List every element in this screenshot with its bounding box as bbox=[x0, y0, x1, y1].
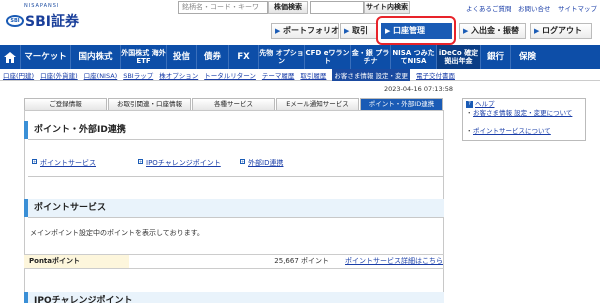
arrow-right-icon: ▶ bbox=[344, 27, 350, 35]
subnav-total-return[interactable]: トータルリターン bbox=[204, 70, 256, 80]
deposit-label: 入出金・振替 bbox=[471, 26, 519, 35]
contact-link[interactable]: お問い合せ bbox=[518, 3, 551, 13]
bullet-icon: ・ bbox=[466, 127, 473, 135]
sub-nav: 口座(円建) 口座(外貨建) 口座(NISA) SBIラップ 株オプション トー… bbox=[0, 68, 600, 81]
subnav-account-nisa[interactable]: 口座(NISA) bbox=[84, 70, 118, 80]
sbi-logo[interactable]: NISAPANSI SBI SBI証券 bbox=[6, 3, 79, 33]
nav-cfd[interactable]: CFD eワラント bbox=[304, 45, 350, 69]
nav-domestic-stocks[interactable]: 国内株式 bbox=[70, 45, 120, 69]
subnav-stock-option[interactable]: 株オプション bbox=[159, 70, 198, 80]
site-search-button[interactable]: サイト内検索 bbox=[364, 1, 410, 14]
deposit-transfer-button[interactable]: ▶ 入出金・振替 bbox=[459, 23, 526, 39]
subnav-account-foreign[interactable]: 口座(外貨建) bbox=[40, 70, 78, 80]
divider bbox=[28, 217, 444, 218]
arrow-right-icon: ▶ bbox=[534, 27, 540, 35]
help-label[interactable]: ヘルプ bbox=[475, 100, 495, 108]
top-bar: NISAPANSI SBI SBI証券 銘柄名・コード・キーワ 株価検索 サイト… bbox=[0, 0, 600, 48]
site-search-input[interactable] bbox=[310, 1, 364, 14]
divider bbox=[28, 176, 444, 177]
point-service-message: メインポイント設定中のポイントを表示しております。 bbox=[30, 229, 204, 237]
help-link-point-service[interactable]: ポイントサービスについて bbox=[473, 127, 551, 135]
logo-tagline: NISAPANSI bbox=[24, 3, 60, 9]
faq-link[interactable]: よくあるご質問 bbox=[466, 3, 512, 13]
subnav-trade-history[interactable]: 取引履歴 bbox=[300, 70, 326, 80]
arrow-right-icon: ▶ bbox=[463, 27, 469, 35]
page-title: ポイント・外部ID連携 bbox=[24, 121, 444, 139]
point-row: Pontaポイント 25,667 ポイント ポイントサービス詳細はこちら bbox=[24, 254, 444, 269]
anchor-external-id[interactable]: 外部ID連携 bbox=[248, 158, 283, 168]
nav-bonds[interactable]: 債券 bbox=[196, 45, 228, 69]
home-button[interactable] bbox=[0, 45, 20, 69]
anchor-ipo-challenge[interactable]: IPOチャレンジポイント bbox=[146, 158, 221, 168]
stock-search-button[interactable]: 株価検索 bbox=[268, 1, 308, 14]
tab-registration-info[interactable]: ご登録情報 bbox=[24, 98, 107, 110]
logo-name: SBI証券 bbox=[25, 14, 79, 30]
help-link-customer-info[interactable]: お客さま情報 設定・変更について bbox=[473, 109, 572, 117]
plus-icon: + bbox=[138, 159, 143, 164]
section-title-ipo-challenge: IPOチャレンジポイント bbox=[24, 292, 444, 303]
tab-points-external-id[interactable]: ポイント・外部ID連携 bbox=[360, 98, 443, 110]
portfolio-button[interactable]: ▶ ポートフォリオ bbox=[271, 23, 339, 39]
plus-icon: + bbox=[32, 159, 37, 164]
nav-fx[interactable]: FX bbox=[228, 45, 258, 69]
logo-mark: SBI bbox=[6, 15, 24, 27]
nav-funds[interactable]: 投信 bbox=[166, 45, 196, 69]
nav-foreign-stocks[interactable]: 外国株式 海外ETF bbox=[120, 45, 166, 69]
section-title-point-service: ポイントサービス bbox=[24, 199, 444, 217]
nav-bank[interactable]: 銀行 bbox=[480, 45, 510, 69]
subnav-theme-history[interactable]: テーマ履歴 bbox=[262, 70, 295, 80]
divider bbox=[28, 139, 444, 140]
arrow-right-icon: ▶ bbox=[275, 27, 281, 35]
nav-ideco[interactable]: iDeCo 確定拠出年金 bbox=[436, 45, 480, 69]
settings-tabs: ご登録情報 お取引関連・口座情報 各種サービス Eメール通知サービス ポイント・… bbox=[24, 98, 444, 110]
portfolio-label: ポートフォリオ bbox=[283, 26, 339, 35]
tab-services[interactable]: 各種サービス bbox=[192, 98, 275, 110]
nav-gold[interactable]: 金・銀 プラチナ bbox=[350, 45, 390, 69]
point-service-detail-link[interactable]: ポイントサービス詳細はこちら bbox=[335, 255, 443, 268]
trade-button[interactable]: ▶ 取引 bbox=[340, 23, 378, 39]
help-sidebar: ? ヘルプ ・ お客さま情報 設定・変更について ・ ポイントサービスについて bbox=[462, 98, 586, 141]
anchor-point-service[interactable]: ポイントサービス bbox=[40, 158, 96, 168]
trade-label: 取引 bbox=[352, 26, 368, 35]
bullet-icon: ・ bbox=[466, 109, 473, 117]
subnav-sbi-wrap[interactable]: SBIラップ bbox=[123, 70, 153, 80]
tab-trading-account-info[interactable]: お取引関連・口座情報 bbox=[108, 98, 191, 110]
nav-nisa[interactable]: NISA つみたてNISA bbox=[390, 45, 436, 69]
logout-button[interactable]: ▶ ログアウト bbox=[530, 23, 592, 39]
subnav-account-jpy[interactable]: 口座(円建) bbox=[3, 70, 34, 80]
logout-label: ログアウト bbox=[542, 26, 582, 35]
subnav-e-documents[interactable]: 電子交付書面 bbox=[416, 70, 455, 80]
main-nav: マーケット 国内株式 外国株式 海外ETF 投信 債券 FX 先物 オプション … bbox=[0, 45, 600, 69]
timestamp: 2023-04-16 07:13:58 bbox=[384, 85, 454, 93]
nav-insurance[interactable]: 保険 bbox=[510, 45, 544, 69]
plus-icon: + bbox=[240, 159, 245, 164]
help-icon: ? bbox=[466, 101, 473, 108]
nav-futures-options[interactable]: 先物 オプション bbox=[258, 45, 304, 69]
stock-search-input[interactable]: 銘柄名・コード・キーワ bbox=[178, 1, 268, 14]
highlight-annotation bbox=[376, 16, 456, 45]
sitemap-link[interactable]: サイトマップ bbox=[558, 3, 597, 13]
point-row-label: Pontaポイント bbox=[24, 255, 129, 268]
home-icon bbox=[4, 51, 16, 63]
point-row-value: 25,667 ポイント bbox=[274, 257, 329, 265]
subnav-customer-info[interactable]: お客さま情報 設定・変更 bbox=[332, 68, 410, 81]
tab-email-notifications[interactable]: Eメール通知サービス bbox=[276, 98, 359, 110]
nav-market[interactable]: マーケット bbox=[20, 45, 70, 69]
